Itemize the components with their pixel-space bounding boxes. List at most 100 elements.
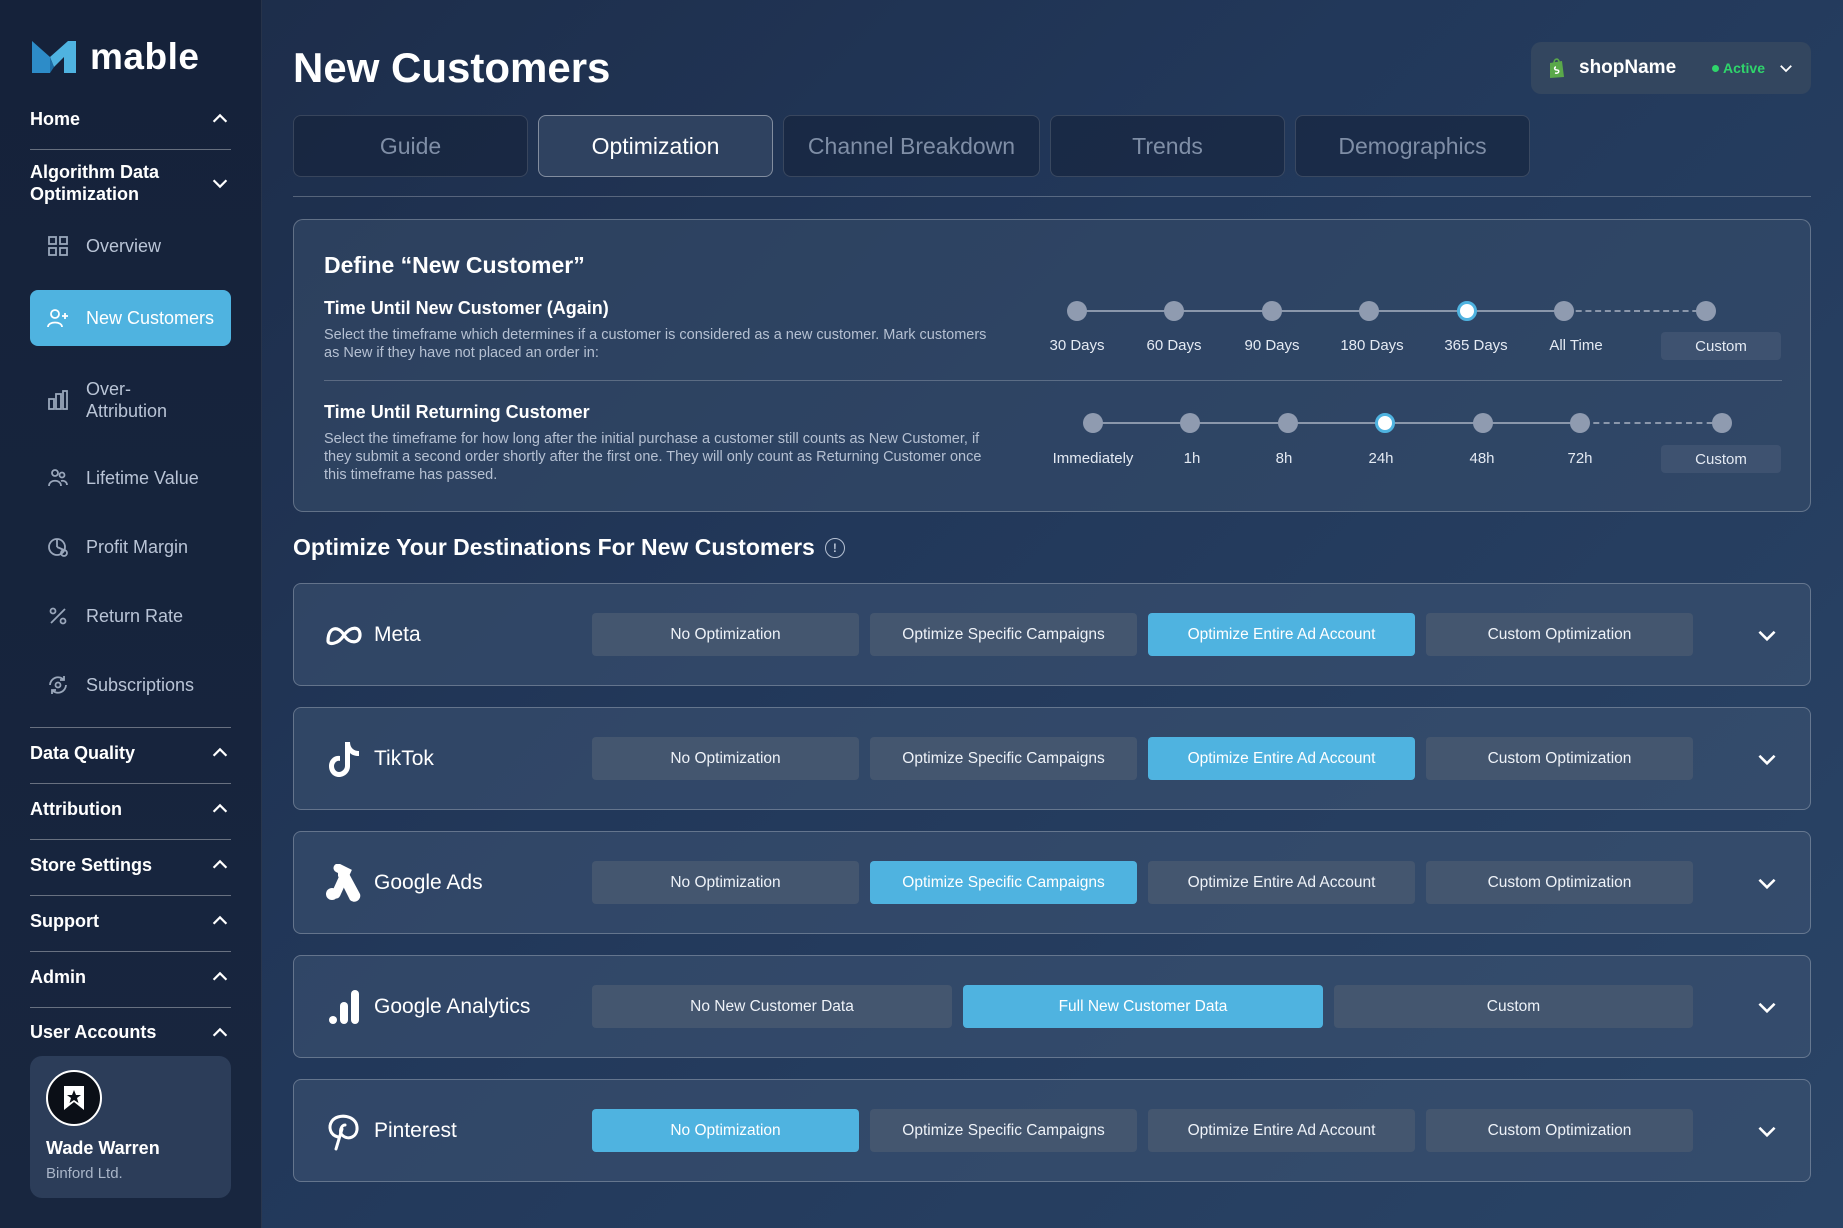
chevron-down-icon[interactable] <box>1754 870 1780 896</box>
nav-section-admin[interactable]: Admin <box>30 966 231 988</box>
option-optimize-entire-ad-account[interactable]: Optimize Entire Ad Account <box>1148 613 1415 656</box>
slider-track <box>1093 422 1583 424</box>
option-no-optimization[interactable]: No Optimization <box>592 861 859 904</box>
sidebar-item-label: Overview <box>86 235 162 256</box>
user-profile-card[interactable]: Wade Warren Binford Ltd. <box>30 1056 231 1198</box>
brand-logo[interactable]: mable <box>30 36 199 78</box>
custom-timeframe-button[interactable]: Custom <box>1661 332 1781 360</box>
destination-name: Meta <box>374 622 421 646</box>
slider-stop-8h[interactable] <box>1278 413 1298 433</box>
option-no-new-customer-data[interactable]: No New Customer Data <box>592 985 952 1028</box>
option-custom-optimization[interactable]: Custom Optimization <box>1426 1109 1693 1152</box>
slider-label: 90 Days <box>1244 337 1300 354</box>
sidebar-item-lifetime-value[interactable]: Lifetime Value <box>30 450 231 506</box>
chevron-down-icon[interactable] <box>1754 622 1780 648</box>
sidebar-item-over-attribution[interactable]: Over- Attribution <box>30 372 231 428</box>
google-ads-icon <box>324 863 364 903</box>
tabs-divider <box>293 196 1811 197</box>
slider-label: All Time <box>1549 337 1603 354</box>
option-optimize-specific-campaigns[interactable]: Optimize Specific Campaigns <box>870 613 1137 656</box>
destination-card-meta: Meta No Optimization Optimize Specific C… <box>293 583 1811 686</box>
option-custom-optimization[interactable]: Custom Optimization <box>1426 737 1693 780</box>
nav-section-home[interactable]: Home <box>30 108 231 130</box>
chevron-up-icon <box>212 1027 228 1037</box>
tab-optimization[interactable]: Optimization <box>538 115 773 177</box>
option-full-new-customer-data[interactable]: Full New Customer Data <box>963 985 1323 1028</box>
option-no-optimization[interactable]: No Optimization <box>592 737 859 780</box>
chevron-down-icon[interactable] <box>1754 746 1780 772</box>
option-optimize-specific-campaigns[interactable]: Optimize Specific Campaigns <box>870 1109 1137 1152</box>
slider-stop-72h[interactable] <box>1570 413 1590 433</box>
slider-stop-custom[interactable] <box>1696 301 1716 321</box>
info-icon[interactable]: ! <box>824 537 845 558</box>
sidebar-item-subscriptions[interactable]: Subscriptions <box>30 657 231 713</box>
chevron-up-icon <box>212 915 228 925</box>
custom-timeframe-button[interactable]: Custom <box>1661 445 1781 473</box>
slider-label: 1h <box>1183 450 1201 467</box>
slider-stop-365-days-selected[interactable] <box>1457 301 1477 321</box>
slider-stop-custom[interactable] <box>1712 413 1732 433</box>
panel-title: Define “New Customer” <box>324 252 585 278</box>
slider-stop-60-days[interactable] <box>1164 301 1184 321</box>
slider-label: 60 Days <box>1146 337 1202 354</box>
sidebar-item-profit-margin[interactable]: Profit Margin <box>30 519 231 575</box>
slider-stop-1h[interactable] <box>1180 413 1200 433</box>
chevron-down-icon[interactable] <box>1754 994 1780 1020</box>
destination-card-pinterest: Pinterest No Optimization Optimize Speci… <box>293 1079 1811 1182</box>
grid-icon <box>46 234 70 258</box>
option-no-optimization[interactable]: No Optimization <box>592 1109 859 1152</box>
slider-stop-24h-selected[interactable] <box>1375 413 1395 433</box>
percent-icon <box>46 604 70 628</box>
avatar-logo-icon <box>64 1086 84 1110</box>
divider <box>324 380 1782 381</box>
sidebar-item-new-customers[interactable]: New Customers <box>30 290 231 346</box>
slider-label: 48h <box>1469 450 1495 467</box>
slider-stop-180-days[interactable] <box>1359 301 1379 321</box>
chevron-down-icon <box>1780 65 1792 73</box>
nav-section-label: Admin <box>30 966 86 987</box>
nav-section-user-accounts[interactable]: User Accounts <box>30 1022 231 1042</box>
chevron-down-icon[interactable] <box>1754 1118 1780 1144</box>
new-customer-timeframe-description: Select the timeframe which determines if… <box>324 327 987 361</box>
option-optimize-entire-ad-account[interactable]: Optimize Entire Ad Account <box>1148 737 1415 780</box>
option-no-optimization[interactable]: No Optimization <box>592 613 859 656</box>
divider <box>30 727 231 728</box>
nav-section-store-settings[interactable]: Store Settings <box>30 854 231 876</box>
slider-stop-90-days[interactable] <box>1262 301 1282 321</box>
slider-stop-all-time[interactable] <box>1554 301 1574 321</box>
tab-guide[interactable]: Guide <box>293 115 528 177</box>
pinterest-icon <box>324 1111 364 1151</box>
tab-trends[interactable]: Trends <box>1050 115 1285 177</box>
option-custom[interactable]: Custom <box>1334 985 1693 1028</box>
shop-selector[interactable]: shopName Active <box>1531 42 1811 94</box>
nav-section-data-quality[interactable]: Data Quality <box>30 742 231 764</box>
sidebar-item-label: New Customers <box>86 307 215 328</box>
option-optimize-entire-ad-account[interactable]: Optimize Entire Ad Account <box>1148 861 1415 904</box>
option-custom-optimization[interactable]: Custom Optimization <box>1426 613 1693 656</box>
section-title-text: Optimize Your Destinations For New Custo… <box>293 534 815 560</box>
slider-stop-immediately[interactable] <box>1083 413 1103 433</box>
google-analytics-icon <box>324 987 364 1027</box>
nav-section-label: Home <box>30 108 81 129</box>
nav-section-label: Data Quality <box>30 742 136 763</box>
chevron-up-icon <box>212 803 228 813</box>
slider-stop-48h[interactable] <box>1473 413 1493 433</box>
chevron-up-icon <box>212 859 228 869</box>
nav-section-support[interactable]: Support <box>30 910 231 932</box>
nav-section-algorithm-data-optimization[interactable]: Algorithm Data Optimization <box>30 160 231 206</box>
sidebar-item-label: Over- Attribution <box>86 379 168 421</box>
tab-channel-breakdown[interactable]: Channel Breakdown <box>783 115 1040 177</box>
status-dot <box>1711 64 1719 72</box>
option-optimize-specific-campaigns[interactable]: Optimize Specific Campaigns <box>870 861 1137 904</box>
destination-name: TikTok <box>374 746 434 770</box>
option-optimize-entire-ad-account[interactable]: Optimize Entire Ad Account <box>1148 1109 1415 1152</box>
page-title: New Customers <box>293 44 611 91</box>
chevron-up-icon <box>212 113 228 123</box>
option-optimize-specific-campaigns[interactable]: Optimize Specific Campaigns <box>870 737 1137 780</box>
nav-section-attribution[interactable]: Attribution <box>30 798 231 820</box>
slider-stop-30-days[interactable] <box>1067 301 1087 321</box>
sidebar-item-overview[interactable]: Overview <box>30 218 231 274</box>
tab-demographics[interactable]: Demographics <box>1295 115 1530 177</box>
sidebar-item-return-rate[interactable]: Return Rate <box>30 588 231 644</box>
option-custom-optimization[interactable]: Custom Optimization <box>1426 861 1693 904</box>
